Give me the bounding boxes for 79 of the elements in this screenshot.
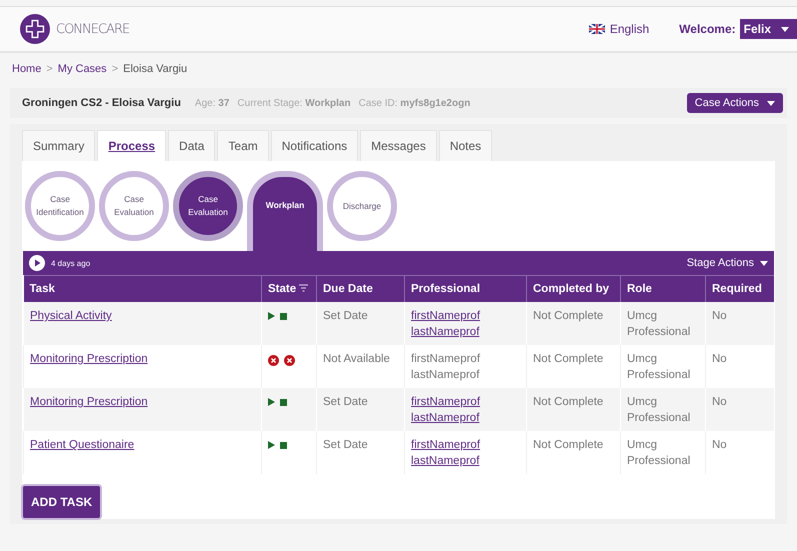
tab[interactable]: Notifications (270, 130, 358, 161)
user-menu-button[interactable]: Felix (740, 19, 797, 39)
play-icon[interactable] (268, 312, 275, 320)
breadcrumb-link[interactable]: My Cases (58, 63, 107, 75)
stop-icon[interactable] (280, 312, 287, 320)
due-date: Set Date (323, 396, 368, 408)
professional-link[interactable]: firstNameprof (411, 395, 480, 411)
professional-link[interactable]: lastNameprof (411, 324, 480, 340)
column-header: State (262, 276, 316, 302)
due-date: Set Date (323, 439, 368, 452)
required-value: No (712, 353, 727, 366)
tab[interactable]: Notes (438, 130, 492, 161)
case-actions-button[interactable]: Case Actions (686, 93, 783, 113)
stage-step[interactable]: Workplan (247, 171, 323, 251)
column-header: Professional (404, 276, 526, 302)
required-value: No (712, 396, 727, 408)
column-header: Due Date (316, 276, 404, 302)
stage-step[interactable]: Discharge (327, 171, 397, 241)
role: Umcg Professional (627, 352, 692, 383)
column-header: Completed by (526, 276, 620, 302)
flag-icon (588, 24, 605, 34)
stop-icon[interactable] (280, 442, 287, 449)
logo-icon (20, 14, 50, 44)
error-icon (268, 355, 279, 366)
tab[interactable]: Team (217, 130, 269, 161)
case-title: Groningen CS2 - Eloisa Vargiu (22, 97, 181, 109)
task-link[interactable]: Monitoring Prescription (30, 353, 148, 366)
stage-time: 4 days ago (51, 258, 90, 268)
professional-link[interactable]: firstNameprof (411, 438, 480, 454)
play-icon[interactable] (29, 255, 45, 271)
logo-text: CONNECARE (56, 22, 130, 36)
task-link[interactable]: Monitoring Prescription (30, 396, 148, 408)
breadcrumb-link[interactable]: Eloisa Vargiu (123, 63, 188, 75)
stage-step[interactable]: Case Identification (25, 171, 95, 241)
professional-link[interactable]: lastNameprof (411, 454, 480, 470)
completed-by: Not Complete (533, 310, 604, 322)
breadcrumb-link[interactable]: Home (12, 63, 42, 75)
professional-link[interactable]: firstNameprof (411, 309, 480, 325)
error-icon (284, 355, 295, 366)
due-date: Not Available (323, 353, 390, 366)
role: Umcg Professional (627, 438, 692, 469)
stage-actions-link[interactable]: Stage Actions (686, 257, 768, 269)
required-value: No (712, 310, 727, 322)
due-date: Set Date (323, 310, 368, 322)
role: Umcg Professional (627, 395, 692, 426)
breadcrumb-separator: > (46, 63, 53, 75)
caret-icon (767, 100, 775, 106)
tab[interactable]: Data (168, 130, 216, 161)
completed-by: Not Complete (533, 353, 604, 366)
column-header: Task (24, 276, 262, 302)
task-link[interactable]: Physical Activity (30, 310, 112, 322)
tab[interactable]: Process (97, 130, 166, 161)
case-field: Current Stage: Workplan (237, 98, 351, 109)
professional-link[interactable]: lastNameprof (411, 410, 480, 426)
breadcrumb-separator: > (112, 63, 118, 75)
professional-name: firstNameprof (411, 352, 480, 368)
stage-step[interactable]: Case Evaluation (99, 171, 169, 241)
case-field: Age: 37 (194, 98, 230, 109)
role: Umcg Professional (627, 309, 692, 340)
caret-icon (760, 260, 768, 266)
tab[interactable]: Messages (360, 130, 437, 161)
column-header: Role (620, 276, 706, 302)
completed-by: Not Complete (533, 396, 604, 408)
completed-by: Not Complete (533, 439, 604, 452)
language-link[interactable]: English (588, 22, 650, 36)
stage-step[interactable]: Case Evaluation (173, 171, 243, 241)
play-icon[interactable] (268, 441, 275, 450)
caret-icon (781, 26, 789, 32)
professional-name: lastNameprof (411, 368, 480, 383)
filter-icon[interactable] (299, 284, 308, 292)
welcome-label: Welcome: (679, 22, 736, 36)
required-value: No (712, 439, 727, 452)
add-task-button[interactable]: ADD TASK (23, 486, 100, 518)
task-link[interactable]: Patient Questionaire (30, 439, 134, 452)
case-field: Case ID: myfs8g1e2ogn (358, 98, 470, 109)
tab[interactable]: Summary (22, 130, 96, 161)
stop-icon[interactable] (280, 398, 287, 406)
play-icon[interactable] (268, 398, 275, 406)
column-header: Required (706, 276, 774, 302)
